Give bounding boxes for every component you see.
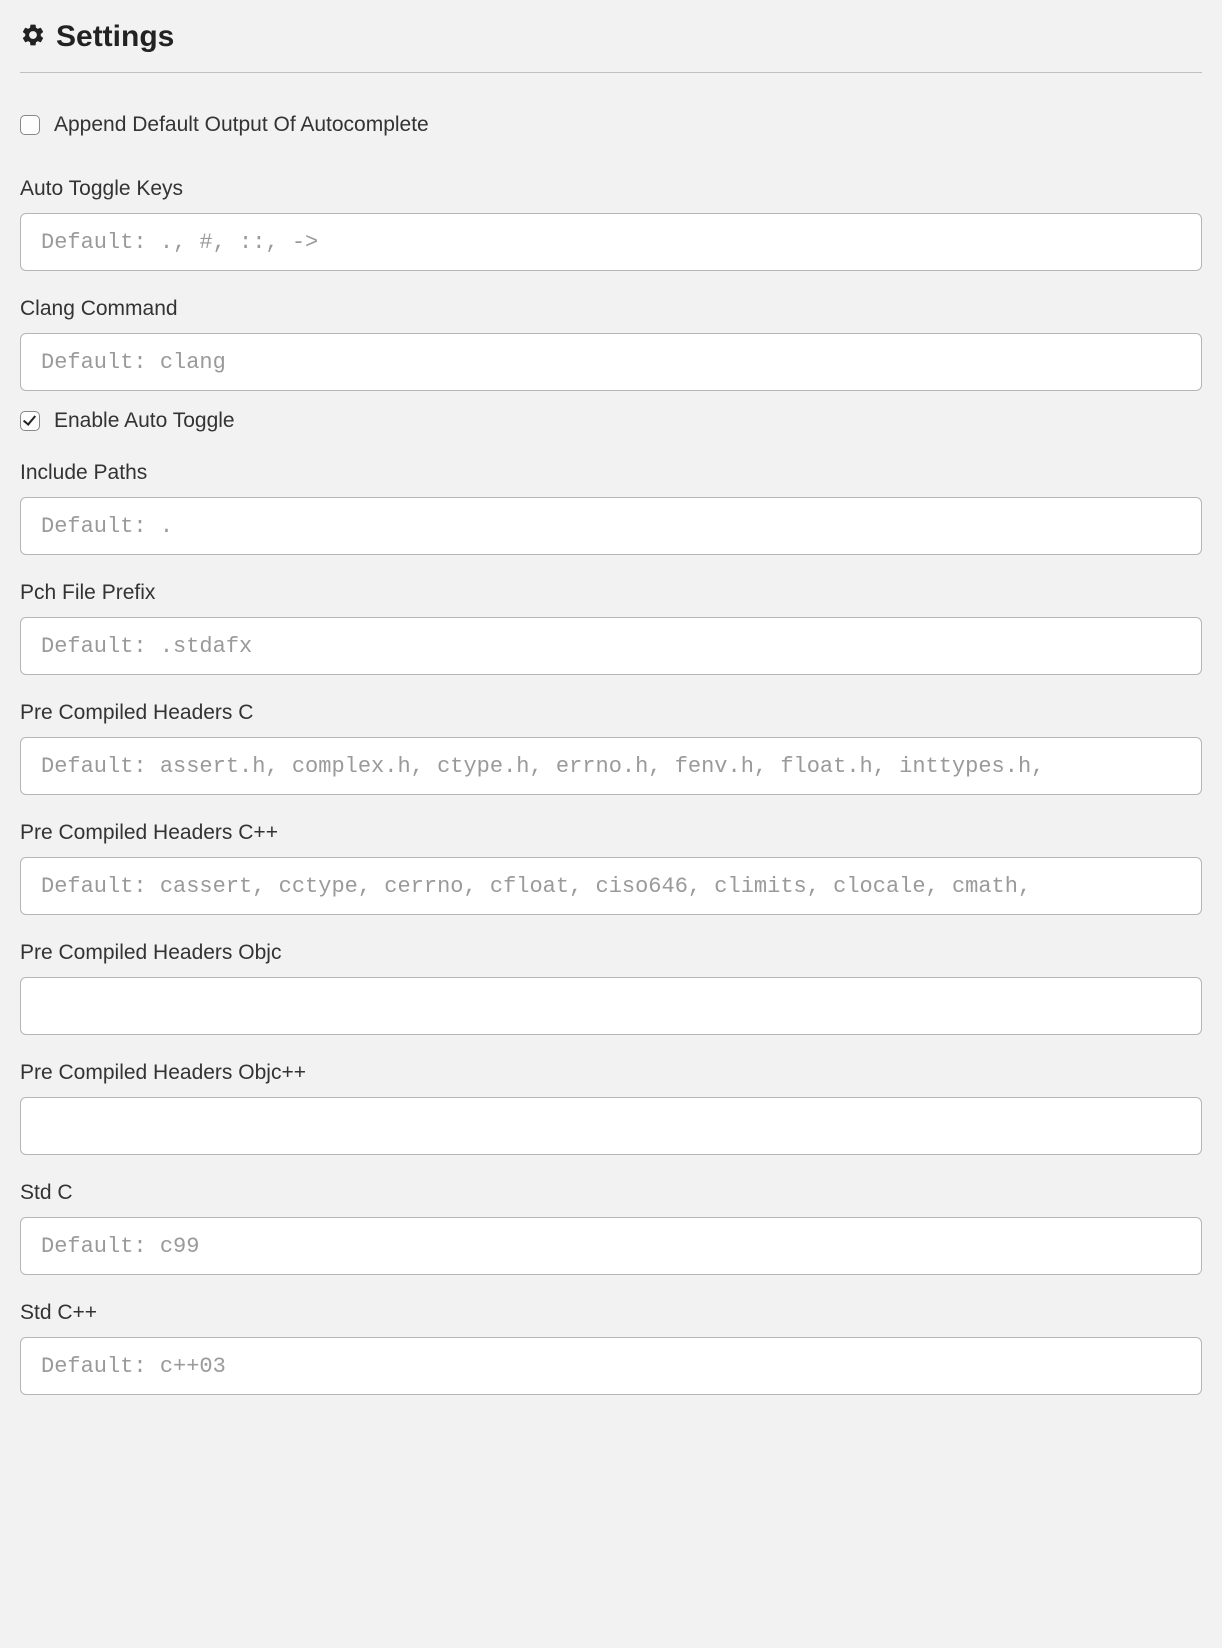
pre-compiled-headers-cpp-label: Pre Compiled Headers C++	[20, 821, 1202, 845]
std-c-label: Std C	[20, 1181, 1202, 1205]
gear-icon	[20, 22, 46, 53]
include-paths-setting: Include Paths	[20, 461, 1202, 555]
std-cpp-setting: Std C++	[20, 1301, 1202, 1395]
include-paths-input[interactable]	[20, 497, 1202, 555]
pre-compiled-headers-objc-label: Pre Compiled Headers Objc	[20, 941, 1202, 965]
pre-compiled-headers-cpp-setting: Pre Compiled Headers C++	[20, 821, 1202, 915]
clang-command-setting: Clang Command	[20, 297, 1202, 391]
pre-compiled-headers-objc-input[interactable]	[20, 977, 1202, 1035]
auto-toggle-keys-setting: Auto Toggle Keys	[20, 177, 1202, 271]
pre-compiled-headers-objcpp-setting: Pre Compiled Headers Objc++	[20, 1061, 1202, 1155]
pre-compiled-headers-objcpp-label: Pre Compiled Headers Objc++	[20, 1061, 1202, 1085]
enable-auto-toggle-checkbox[interactable]	[20, 411, 40, 431]
pch-file-prefix-input[interactable]	[20, 617, 1202, 675]
settings-header: Settings	[20, 20, 1202, 73]
pre-compiled-headers-c-setting: Pre Compiled Headers C	[20, 701, 1202, 795]
pre-compiled-headers-objcpp-input[interactable]	[20, 1097, 1202, 1155]
std-c-input[interactable]	[20, 1217, 1202, 1275]
append-default-output-label[interactable]: Append Default Output Of Autocomplete	[54, 113, 429, 137]
pre-compiled-headers-c-input[interactable]	[20, 737, 1202, 795]
enable-auto-toggle-setting: Enable Auto Toggle	[20, 409, 1202, 433]
enable-auto-toggle-label[interactable]: Enable Auto Toggle	[54, 409, 235, 433]
pch-file-prefix-setting: Pch File Prefix	[20, 581, 1202, 675]
auto-toggle-keys-label: Auto Toggle Keys	[20, 177, 1202, 201]
pch-file-prefix-label: Pch File Prefix	[20, 581, 1202, 605]
append-default-output-setting: Append Default Output Of Autocomplete	[20, 113, 1202, 137]
std-cpp-label: Std C++	[20, 1301, 1202, 1325]
pre-compiled-headers-objc-setting: Pre Compiled Headers Objc	[20, 941, 1202, 1035]
pre-compiled-headers-cpp-input[interactable]	[20, 857, 1202, 915]
auto-toggle-keys-input[interactable]	[20, 213, 1202, 271]
clang-command-label: Clang Command	[20, 297, 1202, 321]
include-paths-label: Include Paths	[20, 461, 1202, 485]
page-title: Settings	[56, 20, 174, 54]
pre-compiled-headers-c-label: Pre Compiled Headers C	[20, 701, 1202, 725]
append-default-output-checkbox[interactable]	[20, 115, 40, 135]
std-cpp-input[interactable]	[20, 1337, 1202, 1395]
std-c-setting: Std C	[20, 1181, 1202, 1275]
clang-command-input[interactable]	[20, 333, 1202, 391]
